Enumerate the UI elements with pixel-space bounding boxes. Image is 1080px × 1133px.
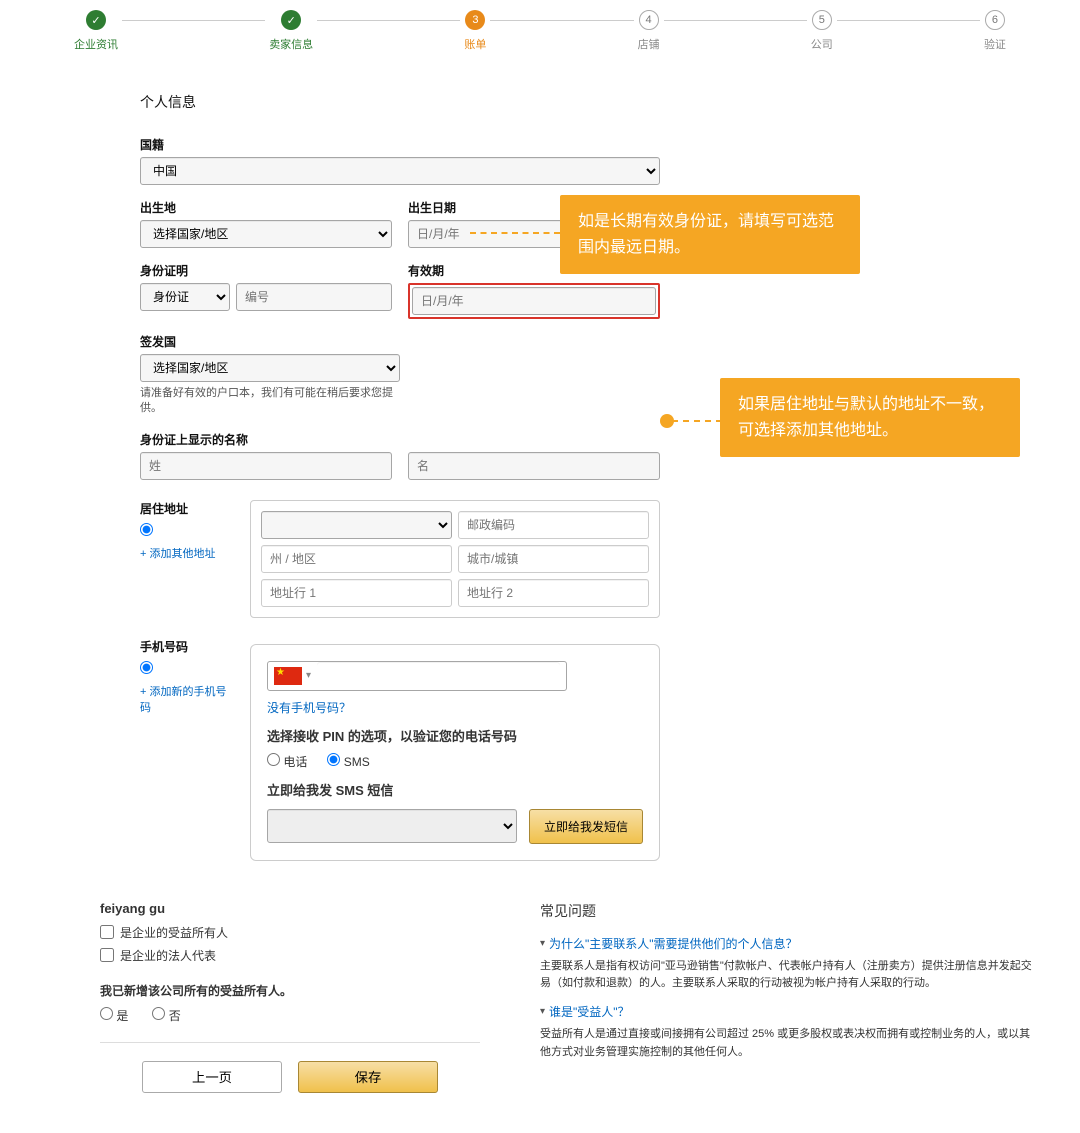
progress-stepper: ✓ 企业资讯 ✓ 卖家信息 3 账单 4 店铺 5 公司 6 验证 — [40, 0, 1040, 72]
nationality-label: 国籍 — [140, 136, 660, 153]
callout-connector-1 — [470, 232, 560, 234]
issuing-helper: 请准备好有效的户口本，我们有可能在稍后要求您提供。 — [140, 386, 400, 417]
step-3-current: 3 账单 — [460, 10, 490, 52]
callout-address: 如果居住地址与默认的地址不一致，可选择添加其他地址。 — [720, 378, 1020, 457]
faq-answer-2: 受益所有人是通过直接或间接拥有公司超过 25% 或更多股权或表决权而拥有或控制业… — [540, 1026, 1040, 1061]
address-fields-box — [250, 500, 660, 618]
step-1: ✓ 企业资讯 — [70, 10, 122, 52]
faq-question-1[interactable]: 为什么"主要联系人"需要提供他们的个人信息？ — [540, 935, 1040, 952]
address-city-input[interactable] — [458, 545, 649, 573]
prev-button[interactable]: 上一页 — [142, 1061, 282, 1093]
nationality-select[interactable]: 中国 — [140, 157, 660, 185]
faq-answer-1: 主要联系人是指有权访问"亚马逊销售"付款帐户、代表帐户持有人（注册卖方）提供注册… — [540, 958, 1040, 993]
chevron-down-icon[interactable]: ▾ — [306, 670, 311, 681]
address-label: 居住地址 — [140, 500, 230, 517]
divider — [100, 1042, 480, 1043]
phone-label: 手机号码 — [140, 638, 230, 655]
step-2: ✓ 卖家信息 — [265, 10, 317, 52]
step-number: 3 — [465, 10, 485, 30]
expiry-highlight — [408, 283, 660, 319]
add-phone-link[interactable]: + 添加新的手机号码 — [140, 683, 230, 715]
step-4: 4 店铺 — [634, 10, 664, 52]
step-number: 4 — [639, 10, 659, 30]
address-line1-input[interactable] — [261, 579, 452, 607]
step-label: 公司 — [811, 36, 833, 52]
birthplace-label: 出生地 — [140, 199, 392, 216]
step-label: 验证 — [984, 36, 1006, 52]
birthplace-select[interactable]: 选择国家/地区 — [140, 220, 392, 248]
step-label: 卖家信息 — [269, 36, 313, 52]
faq-question-2[interactable]: 谁是"受益人"？ — [540, 1003, 1040, 1020]
china-flag-icon — [274, 667, 302, 685]
address-state-input[interactable] — [261, 545, 452, 573]
step-label: 账单 — [464, 36, 486, 52]
phone-number-input[interactable] — [317, 662, 560, 690]
answer-no[interactable]: 否 — [152, 1007, 180, 1024]
callout-expiry: 如是长期有效身份证，请填写可选范围内最远日期。 — [560, 195, 860, 274]
address-radio-default[interactable] — [140, 523, 153, 536]
save-button[interactable]: 保存 — [298, 1061, 438, 1093]
phone-box: ▾ 没有手机号码？ 选择接收 PIN 的选项，以验证您的电话号码 电话 SMS … — [250, 644, 660, 861]
answer-yes[interactable]: 是 — [100, 1007, 128, 1024]
no-phone-link[interactable]: 没有手机号码？ — [267, 699, 351, 716]
pin-option-sms[interactable]: SMS — [327, 753, 369, 769]
phone-radio-default[interactable] — [140, 661, 153, 674]
issuing-select[interactable]: 选择国家/地区 — [140, 354, 400, 382]
step-label: 店铺 — [638, 36, 660, 52]
pin-option-phone[interactable]: 电话 — [267, 753, 307, 770]
surname-input[interactable] — [140, 452, 392, 480]
address-line2-input[interactable] — [458, 579, 649, 607]
legal-rep-checkbox[interactable]: 是企业的法人代表 — [100, 947, 480, 964]
step-number: 6 — [985, 10, 1005, 30]
sms-title: 立即给我发 SMS 短信 — [267, 780, 643, 799]
username-display: feiyang gu — [100, 901, 480, 916]
pin-title: 选择接收 PIN 的选项，以验证您的电话号码 — [267, 726, 643, 745]
given-name-input[interactable] — [408, 452, 660, 480]
phone-input-wrapper: ▾ — [267, 661, 567, 691]
step-5: 5 公司 — [807, 10, 837, 52]
faq-title: 常见问题 — [540, 901, 1040, 921]
sms-language-select[interactable] — [267, 809, 517, 843]
beneficial-owner-checkbox[interactable]: 是企业的受益所有人 — [100, 924, 480, 941]
id-number-input[interactable] — [236, 283, 392, 311]
step-label: 企业资讯 — [74, 36, 118, 52]
address-postal-input[interactable] — [458, 511, 649, 539]
id-name-label: 身份证上显示的名称 — [140, 431, 660, 448]
check-icon: ✓ — [281, 10, 301, 30]
beneficial-question: 我已新增该公司所有的受益所有人。 — [100, 982, 480, 999]
callout-connector-2 — [672, 420, 722, 422]
send-sms-button[interactable]: 立即给我发短信 — [529, 809, 643, 844]
step-number: 5 — [812, 10, 832, 30]
id-type-select[interactable]: 身份证 — [140, 283, 230, 311]
issuing-label: 签发国 — [140, 333, 400, 350]
expiry-input[interactable] — [412, 287, 656, 315]
step-6: 6 验证 — [980, 10, 1010, 52]
section-title: 个人信息 — [140, 92, 660, 112]
add-address-link[interactable]: + 添加其他地址 — [140, 545, 215, 561]
check-icon: ✓ — [86, 10, 106, 30]
address-country-select[interactable] — [261, 511, 452, 539]
id-label: 身份证明 — [140, 262, 392, 279]
